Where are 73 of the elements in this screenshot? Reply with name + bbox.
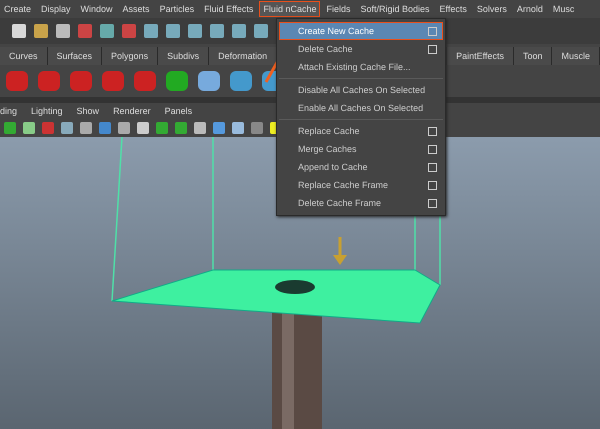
shelf-tab[interactable]: Polygons: [102, 47, 158, 65]
panel-menu-item[interactable]: Renderer: [113, 106, 151, 116]
panel-tool-icon[interactable]: [23, 122, 35, 134]
option-box-icon[interactable]: [428, 180, 437, 190]
tool-icon[interactable]: [254, 24, 268, 38]
option-box-icon[interactable]: [428, 198, 437, 208]
tool-icon[interactable]: [122, 24, 136, 38]
menu-option[interactable]: Replace Cache Frame: [279, 176, 443, 194]
menu-item[interactable]: Fields: [322, 1, 354, 17]
menu-option[interactable]: Append to Cache: [279, 158, 443, 176]
panel-menu-item[interactable]: ding: [0, 106, 18, 116]
panel-tool-icon[interactable]: [118, 122, 130, 134]
menu-item[interactable]: Create: [0, 1, 36, 17]
menu-item[interactable]: Fluid nCache: [259, 1, 320, 17]
tool-icon[interactable]: [166, 24, 180, 38]
tool-icon[interactable]: [34, 24, 48, 38]
down-arrow-icon: [333, 237, 347, 265]
menu-option[interactable]: Delete Cache Frame: [279, 194, 443, 212]
panel-tool-icon[interactable]: [213, 122, 225, 134]
tool-icon[interactable]: [12, 24, 26, 38]
panel-tool-icon[interactable]: [232, 122, 244, 134]
tool-icon[interactable]: [210, 24, 224, 38]
menu-option[interactable]: Attach Existing Cache File...: [279, 58, 443, 76]
menu-item[interactable]: Fluid Effects: [200, 1, 258, 17]
tool-icon[interactable]: [56, 24, 70, 38]
menu-item[interactable]: Effects: [436, 1, 471, 17]
shelf-tool-icon[interactable]: [166, 71, 188, 91]
menu-item[interactable]: Window: [76, 1, 117, 17]
option-box-icon[interactable]: [428, 144, 437, 154]
tool-icon[interactable]: [188, 24, 202, 38]
menu-option[interactable]: Disable All Caches On Selected: [279, 81, 443, 99]
shelf-tab[interactable]: Subdivs: [158, 47, 210, 65]
menu-item[interactable]: Assets: [118, 1, 154, 17]
menu-item[interactable]: Solvers: [472, 1, 511, 17]
panel-tool-icon[interactable]: [42, 122, 54, 134]
menu-item[interactable]: Musc: [548, 1, 578, 17]
menu-option[interactable]: Create New Cache: [279, 22, 443, 40]
panel-tool-icon[interactable]: [61, 122, 73, 134]
panel-menu-item[interactable]: Lighting: [31, 106, 63, 116]
shelf-tab[interactable]: Curves: [0, 47, 48, 65]
menu-item[interactable]: Display: [37, 1, 75, 17]
panel-menu-item[interactable]: Show: [76, 106, 100, 116]
tool-icon[interactable]: [232, 24, 246, 38]
shelf-tab[interactable]: Toon: [514, 47, 552, 65]
tool-icon[interactable]: [100, 24, 114, 38]
option-box-icon[interactable]: [428, 162, 437, 172]
panel-tool-icon[interactable]: [194, 122, 206, 134]
shelf-tab[interactable]: PaintEffects: [447, 47, 514, 65]
tool-icon[interactable]: [144, 24, 158, 38]
menu-item[interactable]: Arnold: [512, 1, 547, 17]
menu-item[interactable]: Soft/Rigid Bodies: [356, 1, 434, 17]
panel-tool-icon[interactable]: [137, 122, 149, 134]
menu-option[interactable]: Replace Cache: [279, 122, 443, 140]
option-box-icon[interactable]: [428, 44, 437, 54]
panel-menu-item[interactable]: Panels: [164, 106, 192, 116]
tool-icon[interactable]: [78, 24, 92, 38]
panel-tool-icon[interactable]: [156, 122, 168, 134]
menu-option[interactable]: Merge Caches: [279, 140, 443, 158]
panel-tool-icon[interactable]: [99, 122, 111, 134]
shelf-tab[interactable]: Surfaces: [48, 47, 102, 65]
hole: [275, 280, 315, 294]
menu-option[interactable]: Delete Cache: [279, 40, 443, 58]
shelf-tab[interactable]: Deformation: [209, 47, 278, 65]
shelf-tool-icon[interactable]: [198, 71, 220, 91]
menu-item[interactable]: Particles: [156, 1, 198, 17]
panel-tool-icon[interactable]: [80, 122, 92, 134]
panel-tool-icon[interactable]: [175, 122, 187, 134]
panel-tool-icon[interactable]: [4, 122, 16, 134]
option-box-icon[interactable]: [428, 126, 437, 136]
panel-tool-icon[interactable]: [251, 122, 263, 134]
menu-option[interactable]: Enable All Caches On Selected: [279, 99, 443, 117]
shelf-tab[interactable]: Muscle: [552, 47, 600, 65]
shelf-tool-icon[interactable]: [230, 71, 252, 91]
